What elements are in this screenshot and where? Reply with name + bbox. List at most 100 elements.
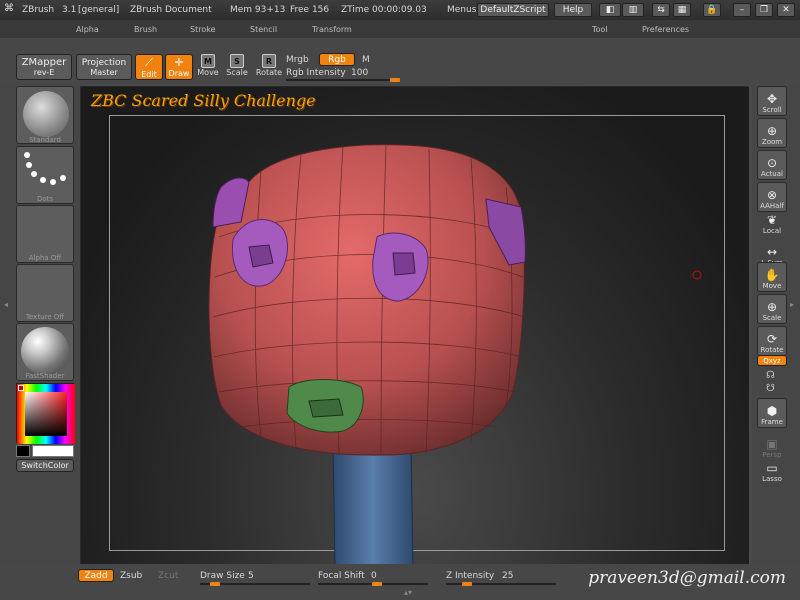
scroll-label: Scroll bbox=[762, 106, 782, 114]
menu-alpha[interactable]: Alpha bbox=[76, 25, 99, 34]
draw-size-value: 5 bbox=[248, 571, 254, 581]
close-icon[interactable]: ✕ bbox=[777, 3, 795, 17]
zadd-button[interactable]: Zadd bbox=[78, 569, 114, 582]
draw-button[interactable]: ✛ Draw bbox=[165, 54, 193, 80]
z-intensity-label: Z Intensity bbox=[446, 571, 495, 581]
frame-button[interactable]: ⬢ Frame bbox=[757, 398, 787, 428]
rotate-label: Rotate bbox=[255, 68, 283, 77]
local-button[interactable]: ❦ Local bbox=[757, 206, 787, 236]
projection-master-button[interactable]: Projection Master bbox=[76, 54, 132, 80]
zsub-button[interactable]: Zsub bbox=[120, 571, 142, 581]
layout-prev-icon[interactable]: ◧ bbox=[599, 3, 621, 17]
texture-label: Texture Off bbox=[25, 313, 65, 321]
zbrush-window: ⌘ ZBrush 3.1 [general] ZBrush Document M… bbox=[0, 0, 800, 600]
menu-tool[interactable]: Tool bbox=[592, 25, 608, 34]
zoom-icon: ⊕ bbox=[766, 124, 778, 138]
scroll-button[interactable]: ✥ Scroll bbox=[757, 86, 787, 116]
material-label: FastShader bbox=[25, 372, 65, 380]
z-intensity-slider-knob[interactable] bbox=[462, 582, 472, 586]
actual-icon: ⊙ bbox=[766, 156, 778, 170]
right-eye-center bbox=[392, 252, 416, 276]
free-readout: Free 156 bbox=[290, 5, 330, 15]
layout-list-icon[interactable]: ▥ bbox=[622, 3, 644, 17]
local-icon: ❦ bbox=[766, 213, 778, 227]
local-label: Local bbox=[762, 227, 782, 235]
rgb-intensity-slider-knob[interactable] bbox=[390, 78, 400, 82]
projection-sub-label: Master bbox=[90, 67, 118, 77]
head-mesh bbox=[208, 144, 525, 456]
lsym-icon: ↔ bbox=[766, 245, 778, 259]
restore-icon[interactable]: ❐ bbox=[755, 3, 773, 17]
zmapper-sub-label: rev-E bbox=[33, 68, 55, 77]
rgb-intensity-slider[interactable] bbox=[286, 79, 400, 81]
mrgb-button[interactable]: Mrgb bbox=[286, 55, 309, 65]
color-picker-marker-icon bbox=[18, 385, 24, 391]
layout-grid-icon[interactable]: ▦ bbox=[673, 3, 691, 17]
layout-name: [general] bbox=[78, 5, 120, 15]
frame-label: Frame bbox=[761, 418, 783, 426]
document-area[interactable]: ZBC Scared Silly Challenge bbox=[80, 86, 749, 565]
scale-view-button[interactable]: ⊕ Scale bbox=[757, 294, 787, 324]
alpha-label: Alpha Off bbox=[28, 254, 62, 262]
rgb-intensity-label: Rgb Intensity bbox=[286, 68, 346, 78]
zmapper-button[interactable]: ZMapper rev-E bbox=[16, 54, 72, 80]
menu-stencil[interactable]: Stencil bbox=[250, 25, 277, 34]
bottom-tray-collapse-icon[interactable]: ▴▾ bbox=[404, 588, 412, 597]
scale-label: Scale bbox=[226, 68, 248, 77]
projection-label: Projection bbox=[81, 57, 127, 68]
scale-icon: S bbox=[230, 54, 244, 68]
move-icon: M bbox=[201, 54, 215, 68]
focal-shift-value: 0 bbox=[371, 571, 377, 581]
model-mesh[interactable] bbox=[81, 87, 749, 565]
title-bar: ⌘ ZBrush 3.1 [general] ZBrush Document M… bbox=[0, 0, 800, 20]
zoom-button[interactable]: ⊕ Zoom bbox=[757, 118, 787, 148]
draw-size-slider-knob[interactable] bbox=[210, 582, 220, 586]
scale-button[interactable]: S Scale bbox=[226, 54, 248, 80]
fastshader-sphere-icon bbox=[21, 327, 69, 375]
zcut-button[interactable]: Zcut bbox=[158, 571, 178, 581]
rgb-button[interactable]: Rgb bbox=[319, 53, 355, 66]
menu-transform[interactable]: Transform bbox=[312, 25, 352, 34]
minimize-icon[interactable]: – bbox=[733, 3, 751, 17]
left-eye-center bbox=[248, 244, 274, 268]
menus-label[interactable]: Menus bbox=[447, 5, 476, 15]
layout-swap-icon[interactable]: ⇆ bbox=[652, 3, 670, 17]
rgb-intensity-value: 100 bbox=[351, 68, 369, 78]
persp-icon: ▣ bbox=[766, 437, 778, 451]
lock-icon[interactable]: 🔒 bbox=[703, 3, 721, 17]
menu-preferences[interactable]: Preferences bbox=[642, 25, 689, 34]
m-button[interactable]: M bbox=[362, 55, 370, 65]
move-button[interactable]: M Move bbox=[197, 54, 219, 80]
aahalf-icon: ⊗ bbox=[766, 188, 778, 202]
top-shelf: ZMapper rev-E Projection Master ⟋ Edit ✛… bbox=[0, 38, 800, 86]
cursor-marker-icon bbox=[692, 270, 702, 280]
primary-color-swatch[interactable] bbox=[32, 445, 74, 457]
rotate-view-label: Rotate bbox=[760, 346, 784, 354]
color-picker[interactable] bbox=[16, 383, 75, 444]
lasso-button[interactable]: ▭ Lasso bbox=[757, 454, 787, 484]
xyz-button[interactable]: Qxyz bbox=[757, 355, 787, 366]
help-button[interactable]: Help bbox=[554, 3, 592, 17]
standard-brush-icon bbox=[23, 91, 69, 137]
secondary-color-swatch[interactable] bbox=[16, 445, 30, 457]
default-zscript-button[interactable]: DefaultZScript bbox=[477, 3, 549, 17]
left-tray-collapse-icon[interactable]: ◂ bbox=[4, 300, 8, 309]
focal-shift-slider-knob[interactable] bbox=[372, 582, 382, 586]
rotate-view-button[interactable]: ⟳ Rotate bbox=[757, 326, 787, 356]
actual-label: Actual bbox=[761, 170, 783, 178]
rotate-z-icon[interactable]: ☋ bbox=[766, 383, 775, 394]
rotate-y-icon[interactable]: ☊ bbox=[766, 370, 775, 381]
menu-stroke[interactable]: Stroke bbox=[190, 25, 216, 34]
rotate-button[interactable]: R Rotate bbox=[256, 54, 282, 80]
rotate-view-icon: ⟳ bbox=[766, 332, 778, 346]
move-view-button[interactable]: ✋ Move bbox=[757, 262, 787, 292]
brush-label: Standard bbox=[29, 136, 61, 144]
menu-brush[interactable]: Brush bbox=[134, 25, 157, 34]
edit-label: Edit bbox=[141, 69, 157, 79]
actual-button[interactable]: ⊙ Actual bbox=[757, 150, 787, 180]
canvas[interactable]: ZBC Scared Silly Challenge bbox=[81, 87, 749, 565]
right-tray-collapse-icon[interactable]: ▸ bbox=[790, 300, 794, 309]
edit-button[interactable]: ⟋ Edit bbox=[135, 54, 163, 80]
switchcolor-button[interactable]: SwitchColor bbox=[16, 459, 74, 472]
color-saturation-square[interactable] bbox=[25, 392, 67, 436]
